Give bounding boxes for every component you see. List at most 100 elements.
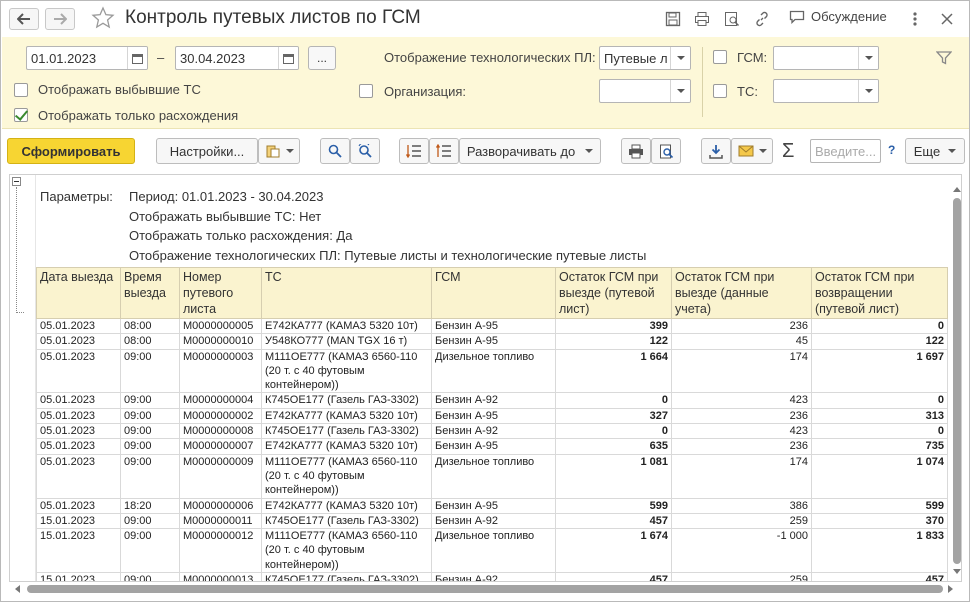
collapse-levels-button[interactable] <box>429 138 459 164</box>
table-row[interactable]: 05.01.2023 09:00 M0000000007 Е742КА777 (КАМ… <box>36 438 948 455</box>
generate-button[interactable]: Сформировать <box>7 138 135 164</box>
table-row[interactable]: 05.01.2023 18:20 M0000000006 Е742КА777 (КАМ… <box>36 497 948 514</box>
print-preview-button[interactable] <box>651 138 681 164</box>
cell-date[interactable]: 05.01.2023 <box>36 438 121 455</box>
cell-number[interactable]: M0000000007 <box>179 438 262 455</box>
cell-dep-pl[interactable]: 0 <box>555 423 672 440</box>
cell-vehicle[interactable]: Е742КА777 (КАМАЗ 5320 10т) <box>261 317 432 335</box>
cell-time[interactable]: 09:00 <box>120 407 180 425</box>
cell-dep-acc[interactable]: 386 <box>671 497 812 514</box>
back-button[interactable] <box>9 8 39 30</box>
cell-number[interactable]: M0000000005 <box>179 317 262 335</box>
cell-vehicle[interactable]: М111ОЕ777 (КАМАЗ 6560-110 (20 т. с 40 фут… <box>261 348 432 394</box>
cell-fuel[interactable]: Бензин А-95 <box>431 438 556 455</box>
table-row[interactable]: 05.01.2023 09:00 M0000000002 Е742КА777 (КАМ… <box>36 407 948 425</box>
cell-fuel[interactable]: Бензин А-92 <box>431 512 556 530</box>
cell-vehicle[interactable]: М111ОЕ777 (КАМАЗ 6560-110 (20 т. с 40 фут… <box>261 453 432 499</box>
cell-fuel[interactable]: Бензин А-92 <box>431 423 556 440</box>
variants-dropdown-button[interactable] <box>258 138 300 164</box>
cell-dep-acc[interactable]: 259 <box>671 512 812 530</box>
cell-ret-pl[interactable]: 0 <box>811 423 948 440</box>
ts-checkbox[interactable] <box>713 84 727 98</box>
cell-date[interactable]: 05.01.2023 <box>36 423 121 440</box>
table-row[interactable]: 05.01.2023 09:00 M0000000008 К745ОЕ177 (Газ… <box>36 423 948 440</box>
cell-fuel[interactable]: Дизельное топливо <box>431 348 556 394</box>
col-header-dep-acc[interactable]: Остаток ГСМ при выезде (данные учета) <box>671 267 812 319</box>
cell-dep-acc[interactable]: 259 <box>671 572 812 581</box>
close-icon[interactable] <box>938 10 956 28</box>
print-button[interactable] <box>621 138 651 164</box>
cell-vehicle[interactable]: Е742КА777 (КАМАЗ 5320 10т) <box>261 407 432 425</box>
collapse-group-icon[interactable] <box>12 177 21 186</box>
cell-number[interactable]: M0000000009 <box>179 453 262 499</box>
cell-vehicle[interactable]: К745ОЕ177 (Газель ГАЗ-3302) <box>261 512 432 530</box>
calendar-icon[interactable] <box>127 47 147 69</box>
cell-fuel[interactable]: Дизельное топливо <box>431 528 556 574</box>
only-diff-checkbox[interactable] <box>14 108 28 122</box>
date-to-field[interactable]: 30.04.2023 <box>175 46 299 70</box>
help-icon[interactable]: ? <box>888 143 895 157</box>
cell-vehicle[interactable]: К745ОЕ177 (Газель ГАЗ-3302) <box>261 392 432 409</box>
cell-dep-acc[interactable]: 174 <box>671 453 812 499</box>
cell-dep-pl[interactable]: 0 <box>555 392 672 409</box>
col-header-ret-pl[interactable]: Остаток ГСМ при возвращении (путевой лис… <box>811 267 948 319</box>
col-header-date[interactable]: Дата выезда <box>36 267 121 319</box>
forward-button[interactable] <box>45 8 75 30</box>
table-row[interactable]: 05.01.2023 08:00 M0000000010 У548КО777 (MAN… <box>36 333 948 350</box>
table-row[interactable]: 15.01.2023 09:00 M0000000011 К745ОЕ177 (Газ… <box>36 512 948 530</box>
cell-vehicle[interactable]: К745ОЕ177 (Газель ГАЗ-3302) <box>261 572 432 581</box>
cell-dep-acc[interactable]: 174 <box>671 348 812 394</box>
cell-ret-pl[interactable]: 457 <box>811 572 948 581</box>
cell-ret-pl[interactable]: 0 <box>811 317 948 335</box>
cell-number[interactable]: M0000000003 <box>179 348 262 394</box>
cell-ret-pl[interactable]: 313 <box>811 407 948 425</box>
cell-fuel[interactable]: Бензин А-95 <box>431 317 556 335</box>
table-row[interactable]: 05.01.2023 08:00 M0000000005 Е742КА777 (КАМ… <box>36 317 948 335</box>
calendar-icon[interactable] <box>278 47 298 69</box>
cell-date[interactable]: 05.01.2023 <box>36 407 121 425</box>
vertical-scroll-thumb[interactable] <box>953 198 961 564</box>
cell-dep-pl[interactable]: 327 <box>555 407 672 425</box>
dropdown-arrow-icon[interactable] <box>858 47 878 69</box>
tech-pl-select[interactable]: Путевые л <box>599 46 691 70</box>
scroll-right-arrow-icon[interactable] <box>948 585 953 593</box>
dropdown-arrow-icon[interactable] <box>670 80 690 102</box>
cell-dep-pl[interactable]: 122 <box>555 333 672 350</box>
cell-fuel[interactable]: Дизельное топливо <box>431 453 556 499</box>
cell-number[interactable]: M0000000013 <box>179 572 262 581</box>
cell-date[interactable]: 05.01.2023 <box>36 392 121 409</box>
period-select-button[interactable]: ... <box>308 46 336 70</box>
cell-date[interactable]: 05.01.2023 <box>36 317 121 335</box>
date-from-field[interactable]: 01.01.2023 <box>26 46 148 70</box>
col-header-dep-pl[interactable]: Остаток ГСМ при выезде (путевой лист) <box>555 267 672 319</box>
cell-date[interactable]: 05.01.2023 <box>36 497 121 514</box>
cell-ret-pl[interactable]: 1 697 <box>811 348 948 394</box>
dropdown-arrow-icon[interactable] <box>858 80 878 102</box>
cell-fuel[interactable]: Бензин А-92 <box>431 572 556 581</box>
cell-number[interactable]: M0000000011 <box>179 512 262 530</box>
cell-fuel[interactable]: Бензин А-92 <box>431 392 556 409</box>
cell-date[interactable]: 05.01.2023 <box>36 348 121 394</box>
scroll-left-arrow-icon[interactable] <box>15 585 20 593</box>
cell-dep-pl[interactable]: 1 081 <box>555 453 672 499</box>
cell-dep-acc[interactable]: 236 <box>671 317 812 335</box>
cell-vehicle[interactable]: Е742КА777 (КАМАЗ 5320 10т) <box>261 438 432 455</box>
col-header-time[interactable]: Время выезда <box>120 267 180 319</box>
link-icon[interactable] <box>753 10 771 28</box>
scroll-down-arrow-icon[interactable] <box>953 569 961 574</box>
cell-dep-pl[interactable]: 457 <box>555 572 672 581</box>
sum-icon[interactable]: Σ <box>782 140 794 163</box>
cell-dep-acc[interactable]: 236 <box>671 407 812 425</box>
scroll-up-arrow-icon[interactable] <box>953 187 961 192</box>
cell-time[interactable]: 09:00 <box>120 528 180 574</box>
cell-time[interactable]: 09:00 <box>120 572 180 581</box>
cell-ret-pl[interactable]: 0 <box>811 392 948 409</box>
cell-ret-pl[interactable]: 370 <box>811 512 948 530</box>
ts-select[interactable] <box>773 79 879 103</box>
col-header-number[interactable]: Номер путевого листа <box>179 267 262 319</box>
cell-fuel[interactable]: Бензин А-95 <box>431 407 556 425</box>
cell-number[interactable]: M0000000010 <box>179 333 262 350</box>
cell-time[interactable]: 18:20 <box>120 497 180 514</box>
send-email-button[interactable] <box>731 138 773 164</box>
save-to-file-button[interactable] <box>701 138 731 164</box>
